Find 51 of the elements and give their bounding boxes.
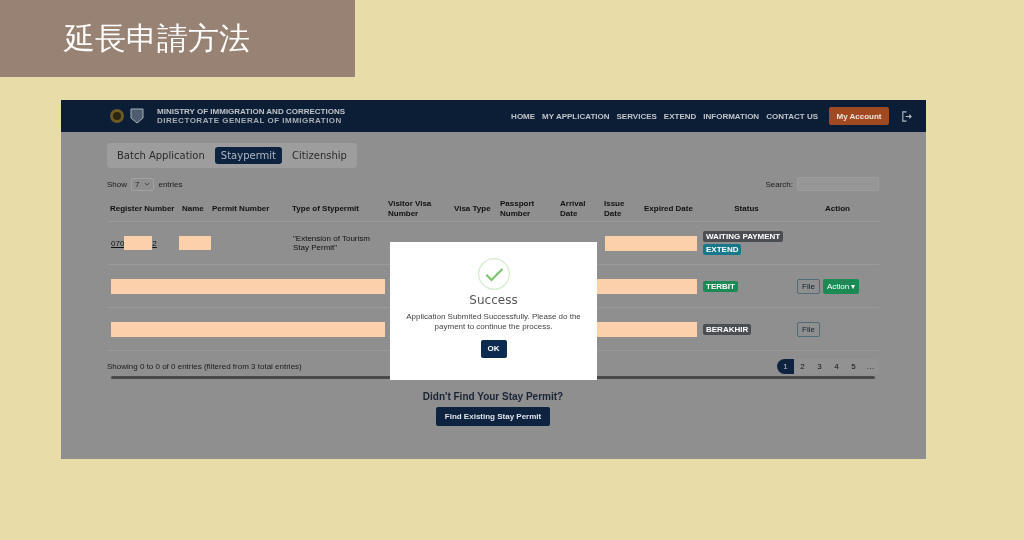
column-header[interactable]: Arrival Date — [557, 199, 601, 219]
dialog-message: Application Submited Successfully. Please do the payment to continue the process. — [405, 312, 582, 333]
chevron-icon — [144, 182, 151, 186]
column-header[interactable]: Type of Stypermit — [289, 203, 385, 214]
nav-link[interactable]: MY APPLICATION — [542, 111, 610, 121]
redaction-block — [179, 236, 211, 251]
entries-info: Showing 0 to 0 of 0 entries (filtered from 3 total entries) — [107, 362, 302, 372]
banner-title: 延長申請方法 — [64, 18, 250, 58]
table-cell-text: "Extension of Tourism Stay Permit" — [292, 233, 371, 253]
column-header[interactable]: Status — [697, 203, 793, 214]
action-button[interactable]: Action ▾ — [822, 278, 860, 294]
ok-button[interactable]: OK — [480, 339, 507, 358]
agency-name: MINISTRY OF IMMIGRATION AND CORRECTIONS — [157, 107, 345, 116]
entries-select[interactable]: 7 — [131, 177, 155, 191]
search-label: Search: — [765, 179, 793, 189]
show-label: Show — [107, 179, 127, 189]
status-badge: EXTEND — [703, 244, 742, 256]
tab[interactable]: Citizenship — [286, 147, 353, 164]
nav-link[interactable]: EXTEND — [663, 111, 697, 121]
action-button[interactable]: File — [797, 321, 820, 337]
register-number-end[interactable]: 2 — [152, 238, 157, 248]
action-button[interactable]: File — [797, 278, 820, 294]
status-badge: WAITING PAYMENT — [703, 231, 784, 243]
nav-link[interactable]: HOME — [511, 111, 536, 121]
dialog-title: Success — [469, 293, 518, 307]
agency-subtitle: DIRECTORATE GENERAL OF IMMIGRATION — [157, 116, 343, 125]
column-header[interactable]: Visitor Visa Number — [385, 199, 451, 219]
redaction-block — [124, 236, 153, 251]
status-badge: BERAKHIR — [703, 323, 752, 335]
column-header[interactable]: Register Number — [107, 203, 179, 214]
entries-label: entries — [158, 179, 183, 189]
tab[interactable]: Batch Application — [111, 147, 211, 164]
find-heading: Didn't Find Your Stay Permit? — [422, 391, 564, 403]
column-header[interactable]: Expired Date — [641, 203, 697, 214]
register-number-start[interactable]: 070 — [111, 238, 125, 248]
tab[interactable]: Staypermit — [214, 147, 282, 164]
checkmark-icon — [476, 257, 511, 291]
column-header[interactable]: Action — [793, 203, 879, 214]
column-header[interactable]: Name — [179, 203, 209, 214]
find-permit-button[interactable]: Find Existing Stay Permit — [435, 407, 551, 427]
status-badge: TERBIT — [703, 280, 738, 292]
column-header[interactable]: Passport Number — [497, 199, 557, 219]
column-header[interactable]: Visa Type — [451, 203, 497, 214]
column-header[interactable]: Permit Number — [209, 203, 289, 214]
column-header[interactable]: Issue Date — [601, 199, 641, 219]
nav-link[interactable]: CONTACT US — [766, 111, 818, 121]
logout-icon[interactable] — [901, 110, 912, 122]
nav-link[interactable]: SERVICES — [616, 111, 657, 121]
account-button[interactable]: My Account — [829, 107, 889, 125]
nav-link[interactable]: INFORMATION — [703, 111, 760, 121]
page-button[interactable]: 1 — [777, 359, 794, 375]
